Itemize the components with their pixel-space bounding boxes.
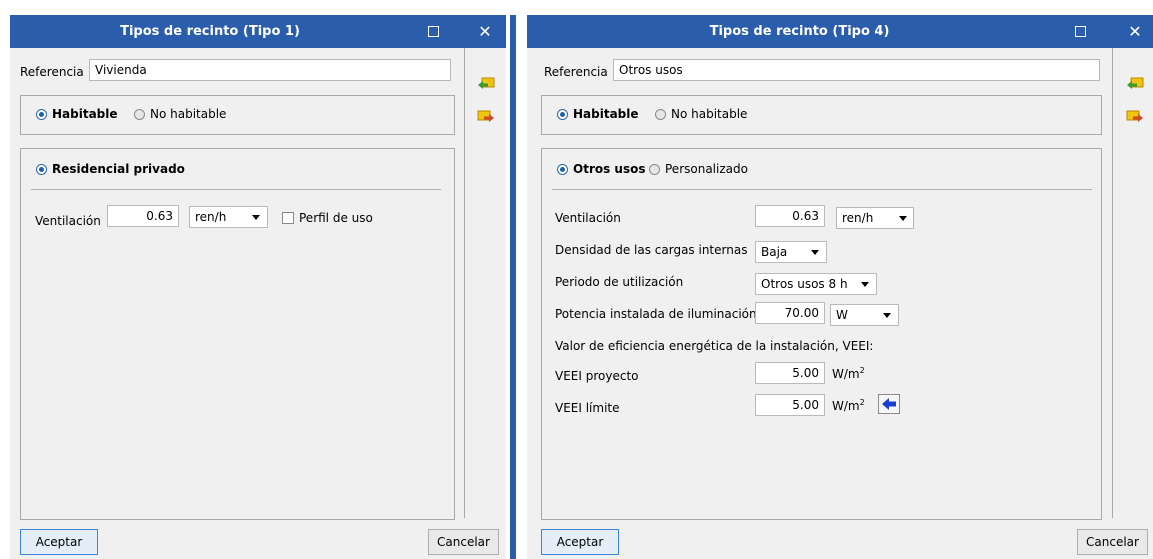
chevron-down-icon <box>811 250 819 255</box>
ventilacion-input[interactable]: 0.63 <box>755 205 825 227</box>
dialog-tipo-1: Tipos de recinto (Tipo 1) ✕ Referencia V… <box>10 15 506 559</box>
maximize-icon <box>1074 25 1086 37</box>
dialog-title: Tipos de recinto (Tipo 4) <box>709 24 890 39</box>
window-separator <box>506 15 527 559</box>
title-bar: Tipos de recinto (Tipo 1) ✕ <box>10 15 506 48</box>
no-habitable-label: No habitable <box>150 107 227 121</box>
referencia-label: Referencia <box>544 65 608 79</box>
ventilacion-unit-value: ren/h <box>195 210 227 224</box>
title-bar: Tipos de recinto (Tipo 4) ✕ <box>527 15 1153 48</box>
habitable-radio[interactable] <box>557 109 568 120</box>
chevron-down-icon <box>883 313 891 318</box>
habitable-group: Habitable No habitable <box>20 95 455 135</box>
side-divider <box>1112 48 1113 518</box>
maximize-button[interactable] <box>413 15 453 48</box>
aceptar-button[interactable]: Aceptar <box>20 529 98 555</box>
arrow-left-icon <box>882 398 896 410</box>
dialog-title: Tipos de recinto (Tipo 1) <box>120 24 300 39</box>
periodo-value: Otros usos 8 h <box>761 277 848 291</box>
side-divider <box>464 48 465 518</box>
unit-text: W/m <box>832 367 860 381</box>
chevron-down-icon <box>861 282 869 287</box>
densidad-label: Densidad de las cargas internas <box>555 243 748 257</box>
veei-proyecto-input[interactable]: 5.00 <box>755 362 825 384</box>
ventilacion-label: Ventilación <box>35 214 101 228</box>
potencia-unit-select[interactable]: W <box>830 304 899 326</box>
divider <box>552 189 1092 190</box>
residencial-privado-radio[interactable] <box>36 164 47 175</box>
import-icon[interactable] <box>477 77 495 91</box>
habitable-radio[interactable] <box>36 109 47 120</box>
close-button[interactable]: ✕ <box>1115 15 1153 48</box>
aceptar-button[interactable]: Aceptar <box>541 529 619 555</box>
referencia-input[interactable]: Otros usos <box>613 59 1100 81</box>
unit-exponent: 2 <box>859 366 865 375</box>
copy-limit-button[interactable] <box>878 394 900 414</box>
dialog-tipo-4: Tipos de recinto (Tipo 4) ✕ Referencia O… <box>527 15 1153 559</box>
ventilacion-unit-select[interactable]: ren/h <box>836 207 914 229</box>
potencia-unit-value: W <box>836 308 848 322</box>
no-habitable-radio[interactable] <box>655 109 666 120</box>
unit-text: W/m <box>832 399 860 413</box>
close-icon: ✕ <box>1128 22 1142 41</box>
periodo-label: Periodo de utilización <box>555 275 684 289</box>
otros-usos-radio[interactable] <box>557 164 568 175</box>
habitable-label: Habitable <box>52 107 118 121</box>
no-habitable-radio[interactable] <box>134 109 145 120</box>
maximize-button[interactable] <box>1060 15 1100 48</box>
potencia-label: Potencia instalada de iluminación <box>555 307 757 321</box>
close-button[interactable]: ✕ <box>465 15 505 48</box>
uso-panel: Otros usos Personalizado Ventilación 0.6… <box>541 148 1102 520</box>
periodo-select[interactable]: Otros usos 8 h <box>755 273 877 295</box>
chevron-down-icon <box>252 215 260 220</box>
close-icon: ✕ <box>478 22 492 41</box>
veei-heading: Valor de eficiencia energética de la ins… <box>555 339 874 353</box>
veei-proyecto-label: VEEI proyecto <box>555 369 639 383</box>
uso-panel: Residencial privado Ventilación 0.63 ren… <box>20 148 455 520</box>
referencia-label: Referencia <box>20 65 84 79</box>
veei-proyecto-unit: W/m2 <box>832 366 865 381</box>
perfil-de-uso-label: Perfil de uso <box>299 211 373 225</box>
densidad-value: Baja <box>761 245 788 259</box>
unit-exponent: 2 <box>859 398 865 407</box>
divider <box>31 189 441 190</box>
referencia-input[interactable]: Vivienda <box>89 59 451 81</box>
ventilacion-unit-select[interactable]: ren/h <box>189 206 268 228</box>
otros-usos-label: Otros usos <box>573 162 646 176</box>
cancelar-button[interactable]: Cancelar <box>1077 529 1148 555</box>
perfil-de-uso-checkbox[interactable] <box>282 212 294 224</box>
veei-limite-unit: W/m2 <box>832 398 865 413</box>
densidad-select[interactable]: Baja <box>755 241 827 263</box>
potencia-input[interactable]: 70.00 <box>755 302 825 324</box>
cancelar-button[interactable]: Cancelar <box>428 529 499 555</box>
export-icon[interactable] <box>1126 110 1144 124</box>
maximize-icon <box>427 25 439 37</box>
habitable-group: Habitable No habitable <box>541 95 1102 135</box>
veei-limite-label: VEEI límite <box>555 401 620 415</box>
veei-limite-input[interactable]: 5.00 <box>755 394 825 416</box>
ventilacion-label: Ventilación <box>555 211 621 225</box>
habitable-label: Habitable <box>573 107 639 121</box>
personalizado-label: Personalizado <box>665 162 748 176</box>
import-icon[interactable] <box>1126 77 1144 91</box>
export-icon[interactable] <box>477 110 495 124</box>
ventilacion-input[interactable]: 0.63 <box>107 205 179 227</box>
ventilacion-unit-value: ren/h <box>842 211 874 225</box>
no-habitable-label: No habitable <box>671 107 748 121</box>
residencial-privado-label: Residencial privado <box>52 162 185 176</box>
chevron-down-icon <box>899 216 907 221</box>
personalizado-radio[interactable] <box>649 164 660 175</box>
